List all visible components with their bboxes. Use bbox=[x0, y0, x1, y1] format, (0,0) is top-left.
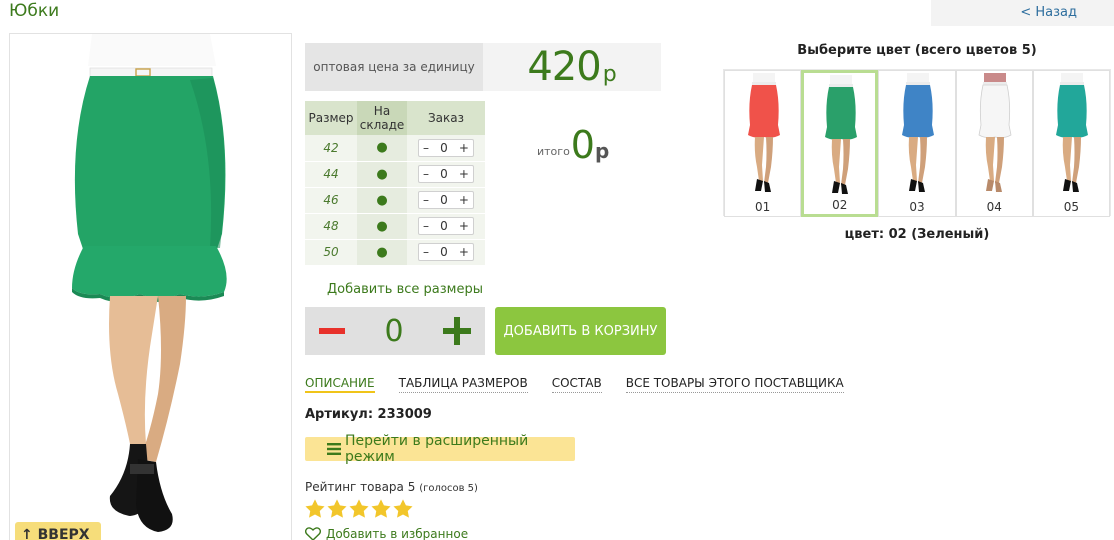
in-stock-icon: ● bbox=[357, 239, 407, 266]
add-to-favorites-link[interactable]: Добавить в избранное bbox=[305, 527, 468, 540]
swatch-label: 05 bbox=[1063, 200, 1080, 214]
stepper-value[interactable]: 0 bbox=[440, 193, 448, 207]
selected-color-text: цвет: 02 (Зеленый) bbox=[844, 227, 990, 242]
table-row: 50 ● –0 + bbox=[305, 239, 485, 266]
swatch-label: 04 bbox=[986, 200, 1002, 214]
swatch-label: 02 bbox=[832, 198, 848, 212]
quantity-stepper: –0 + bbox=[418, 217, 474, 235]
product-sku: Артикул: 233009 bbox=[305, 407, 432, 422]
stepper-value[interactable]: 0 bbox=[440, 245, 448, 259]
rating-stars[interactable] bbox=[304, 498, 414, 520]
advanced-mode-label: Перейти в расширенный режим bbox=[345, 433, 529, 465]
favorite-label: Добавить в избранное bbox=[326, 527, 469, 540]
star-icon[interactable] bbox=[348, 498, 370, 520]
quantity-value[interactable]: 0 bbox=[384, 314, 403, 349]
product-main-image[interactable] bbox=[9, 33, 292, 540]
table-row: 48 ● –0 + bbox=[305, 213, 485, 240]
swatch-label: 01 bbox=[754, 200, 771, 214]
decrement-button[interactable]: – bbox=[423, 141, 429, 155]
quantity-stepper: –0 + bbox=[418, 243, 474, 261]
color-swatch[interactable]: 05 bbox=[1032, 70, 1110, 217]
size-table: Размер На складе Заказ 42 ● –0 + 44 ● –0 +… bbox=[305, 101, 485, 266]
increment-button[interactable]: + bbox=[459, 167, 469, 181]
in-stock-icon: ● bbox=[357, 213, 407, 240]
in-stock-icon: ● bbox=[357, 187, 407, 214]
increment-button[interactable]: + bbox=[459, 141, 469, 155]
total-label: итого bbox=[537, 145, 570, 158]
rating-text: Рейтинг товара 5 (голосов 5) bbox=[305, 480, 478, 494]
quantity-selector: 0 bbox=[305, 307, 485, 355]
increment-button[interactable]: + bbox=[459, 193, 469, 207]
color-swatch[interactable]: 04 bbox=[955, 70, 1033, 217]
list-icon bbox=[327, 443, 341, 455]
in-stock-icon: ● bbox=[357, 161, 407, 188]
page-title: Юбки bbox=[9, 1, 60, 21]
swatch-image bbox=[978, 73, 1012, 192]
total-value: 0 bbox=[570, 123, 595, 167]
tab-description[interactable]: ОПИСАНИЕ bbox=[305, 376, 375, 393]
tab-composition[interactable]: СОСТАВ bbox=[551, 376, 602, 393]
tab-supplier-products[interactable]: ВСЕ ТОВАРЫ ЭТОГО ПОСТАВЩИКА bbox=[625, 376, 844, 393]
star-icon[interactable] bbox=[304, 498, 326, 520]
decrement-button[interactable]: – bbox=[423, 193, 429, 207]
back-link[interactable]: < Назад bbox=[931, 0, 1114, 26]
decrement-button[interactable]: – bbox=[423, 219, 429, 233]
price-label: оптовая цена за единицу bbox=[305, 43, 483, 91]
add-all-sizes-link[interactable]: Добавить все размеры bbox=[327, 282, 483, 297]
stock-header: На складе bbox=[357, 101, 407, 135]
swatch-image bbox=[1056, 73, 1089, 192]
increment-button[interactable]: + bbox=[459, 245, 469, 259]
in-stock-icon: ● bbox=[357, 135, 407, 162]
quantity-stepper: –0 + bbox=[418, 165, 474, 183]
swatch-label: 03 bbox=[909, 200, 925, 214]
quantity-stepper: –0 + bbox=[418, 138, 474, 157]
rating-votes: (голосов 5) bbox=[419, 483, 478, 494]
decrement-button[interactable]: – bbox=[423, 245, 429, 259]
star-icon[interactable] bbox=[370, 498, 392, 520]
minus-icon[interactable] bbox=[319, 328, 345, 334]
star-icon[interactable] bbox=[326, 498, 348, 520]
table-row: 42 ● –0 + bbox=[305, 135, 485, 162]
stepper-value[interactable]: 0 bbox=[440, 167, 448, 181]
price-box: оптовая цена за единицу 420 р bbox=[305, 43, 661, 91]
advanced-mode-button[interactable]: Перейти в расширенный режим bbox=[305, 433, 575, 465]
heart-icon bbox=[305, 527, 321, 540]
color-swatch[interactable]: 03 bbox=[878, 70, 956, 217]
product-tabs: ОПИСАНИЕ ТАБЛИЦА РАЗМЕРОВ СОСТАВ ВСЕ ТОВ… bbox=[305, 376, 868, 393]
stepper-value[interactable]: 0 bbox=[440, 141, 448, 155]
table-row: 44 ● –0 + bbox=[305, 161, 485, 188]
tab-size-chart[interactable]: ТАБЛИЦА РАЗМЕРОВ bbox=[398, 376, 528, 393]
decrement-button[interactable]: – bbox=[423, 167, 429, 181]
size-cell: 42 bbox=[305, 135, 357, 162]
color-swatches: 01 02 03 04 05 bbox=[723, 69, 1111, 217]
order-header: Заказ bbox=[407, 101, 485, 135]
swatch-image bbox=[824, 75, 857, 194]
color-swatch-selected[interactable]: 02 bbox=[801, 70, 879, 217]
size-cell: 48 bbox=[305, 213, 357, 240]
scroll-up-button[interactable]: ↑ ВВЕРХ bbox=[15, 522, 101, 540]
stepper-value[interactable]: 0 bbox=[440, 219, 448, 233]
order-total: итого 0 р bbox=[537, 125, 609, 165]
arrow-up-icon: ↑ bbox=[21, 527, 38, 540]
swatch-image bbox=[747, 73, 780, 192]
size-header: Размер bbox=[305, 101, 357, 135]
size-cell: 44 bbox=[305, 161, 357, 188]
size-cell: 46 bbox=[305, 187, 357, 214]
quantity-stepper: –0 + bbox=[418, 191, 474, 209]
table-row: 46 ● –0 + bbox=[305, 187, 485, 214]
color-swatch[interactable]: 01 bbox=[724, 70, 802, 217]
star-icon[interactable] bbox=[392, 498, 414, 520]
size-cell: 50 bbox=[305, 239, 357, 266]
plus-icon[interactable] bbox=[443, 317, 471, 345]
add-to-cart-button[interactable]: ДОБАВИТЬ В КОРЗИНУ bbox=[495, 307, 666, 355]
color-chooser-title: Выберите цвет (всего цветов 5) bbox=[797, 43, 1037, 58]
price-value: 420 р bbox=[483, 43, 661, 91]
swatch-image bbox=[902, 73, 935, 192]
total-currency: р bbox=[594, 139, 610, 163]
increment-button[interactable]: + bbox=[459, 219, 469, 233]
